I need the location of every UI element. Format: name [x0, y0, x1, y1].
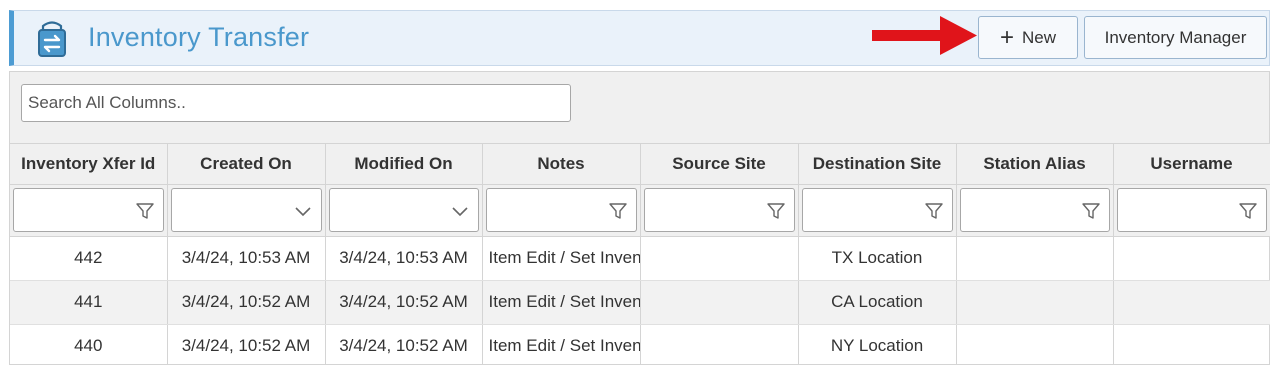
cell-username — [1113, 280, 1270, 325]
cell-notes: Item Edit / Set Inventory — [482, 280, 641, 325]
cell-source — [640, 280, 799, 325]
column-header-station-alias[interactable]: Station Alias — [956, 144, 1114, 185]
column-header-notes[interactable]: Notes — [482, 144, 641, 185]
filter-created-on[interactable] — [170, 188, 322, 232]
cell-created: 3/4/24, 10:53 AM — [167, 236, 326, 281]
cell-id: 441 — [10, 280, 168, 325]
filter-destination-site[interactable] — [801, 188, 953, 232]
filter-station-alias[interactable] — [959, 188, 1110, 232]
cell-source — [640, 324, 799, 365]
cell-modified: 3/4/24, 10:52 AM — [325, 324, 483, 365]
chevron-down-icon — [451, 207, 468, 217]
cell-destination: TX Location — [798, 236, 957, 281]
cell-created: 3/4/24, 10:52 AM — [167, 324, 326, 365]
cell-destination: CA Location — [798, 280, 957, 325]
transfers-table: Inventory Xfer Id Created On Modified On… — [10, 144, 1270, 365]
page-header: Inventory Transfer + New Inventory Manag… — [9, 10, 1270, 66]
new-button[interactable]: + New — [978, 16, 1078, 59]
filter-icon — [1238, 203, 1257, 219]
cell-notes: Item Edit / Set Inventory — [482, 324, 641, 365]
filter-icon — [1081, 203, 1100, 219]
cell-source — [640, 236, 799, 281]
cell-username — [1113, 324, 1270, 365]
cell-alias — [956, 280, 1114, 325]
filter-icon — [924, 203, 943, 219]
transfers-grid: Inventory Xfer Id Created On Modified On… — [9, 71, 1270, 365]
chevron-down-icon — [294, 207, 311, 217]
column-header-source-site[interactable]: Source Site — [640, 144, 799, 185]
filter-icon — [608, 203, 627, 219]
red-arrow-icon — [872, 16, 977, 55]
cell-modified: 3/4/24, 10:52 AM — [325, 280, 483, 325]
cell-alias — [956, 236, 1114, 281]
cell-alias — [956, 324, 1114, 365]
filter-inventory-xfer-id[interactable] — [13, 188, 164, 232]
column-header-username[interactable]: Username — [1113, 144, 1270, 185]
page: Inventory Transfer + New Inventory Manag… — [0, 0, 1270, 365]
column-header-destination-site[interactable]: Destination Site — [798, 144, 957, 185]
cell-destination: NY Location — [798, 324, 957, 365]
filter-source-site[interactable] — [643, 188, 795, 232]
cell-created: 3/4/24, 10:52 AM — [167, 280, 326, 325]
filter-icon — [766, 203, 785, 219]
column-header-created-on[interactable]: Created On — [167, 144, 326, 185]
column-header-modified-on[interactable]: Modified On — [325, 144, 483, 185]
table-row[interactable]: 440 3/4/24, 10:52 AM 3/4/24, 10:52 AM It… — [10, 324, 1270, 365]
plus-icon: + — [999, 23, 1014, 51]
inventory-transfer-icon — [38, 21, 66, 57]
cell-modified: 3/4/24, 10:53 AM — [325, 236, 483, 281]
search-input[interactable] — [21, 84, 571, 122]
grid-toolbar — [10, 72, 1269, 144]
new-button-label: New — [1022, 27, 1057, 47]
cell-notes: Item Edit / Set Inventory — [482, 236, 641, 281]
filter-icon — [135, 203, 154, 219]
filter-modified-on[interactable] — [328, 188, 479, 232]
table-row[interactable]: 442 3/4/24, 10:53 AM 3/4/24, 10:53 AM It… — [10, 236, 1270, 281]
cell-id: 442 — [10, 236, 168, 281]
inventory-manager-button[interactable]: Inventory Manager — [1084, 16, 1267, 59]
cell-id: 440 — [10, 324, 168, 365]
page-title: Inventory Transfer — [88, 22, 310, 52]
column-header-inventory-xfer-id[interactable]: Inventory Xfer Id — [10, 144, 168, 185]
filter-username[interactable] — [1116, 188, 1267, 232]
cell-username — [1113, 236, 1270, 281]
inventory-manager-label: Inventory Manager — [1104, 27, 1247, 47]
table-row[interactable]: 441 3/4/24, 10:52 AM 3/4/24, 10:52 AM It… — [10, 280, 1270, 325]
filter-notes[interactable] — [485, 188, 637, 232]
